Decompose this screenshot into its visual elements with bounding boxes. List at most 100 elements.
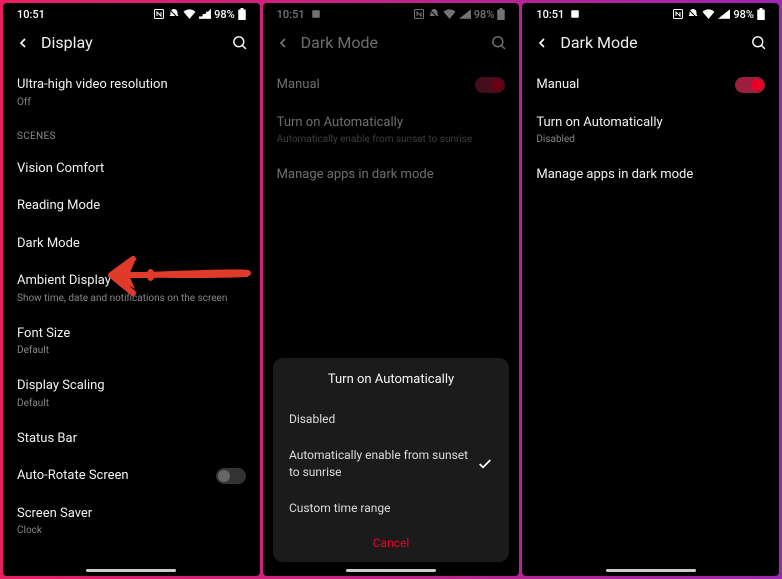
setting-turn-on-auto[interactable]: Turn on Automatically Automatically enab…	[277, 104, 506, 157]
setting-label: Auto-Rotate Screen	[17, 467, 129, 485]
three-screenshot-container: 10:51 98% Display Ultra-high video resol…	[0, 0, 782, 579]
setting-display-scaling[interactable]: Display Scaling Default	[17, 367, 246, 420]
setting-manual[interactable]: Manual	[536, 66, 765, 104]
page-header: Dark Mode	[263, 23, 520, 66]
status-bar: 10:51 98%	[263, 3, 520, 23]
status-bar: 10:51 98%	[522, 3, 779, 23]
chevron-left-icon	[15, 35, 31, 51]
home-indicator[interactable]	[86, 569, 176, 572]
setting-ambient-display[interactable]: Ambient Display Show time, date and noti…	[17, 262, 246, 315]
setting-manage-apps[interactable]: Manage apps in dark mode	[536, 156, 765, 194]
setting-label: Turn on Automatically	[277, 114, 506, 132]
wifi-icon	[183, 9, 196, 19]
wifi-icon	[443, 9, 456, 19]
setting-label: Manual	[277, 76, 320, 94]
settings-list: Manual Turn on Automatically Disabled Ma…	[522, 66, 779, 576]
setting-ultra-high-video[interactable]: Ultra-high video resolution Off	[17, 66, 246, 119]
battery-percent: 98%	[214, 8, 235, 21]
screenshot-notification-icon	[570, 9, 580, 19]
setting-label: Dark Mode	[17, 235, 246, 253]
setting-label: Font Size	[17, 325, 246, 343]
setting-manage-apps[interactable]: Manage apps in dark mode	[277, 156, 506, 194]
setting-label: Vision Comfort	[17, 160, 246, 178]
signal-icon	[199, 9, 211, 19]
dialog-option-custom[interactable]: Custom time range	[289, 490, 493, 526]
setting-label: Screen Saver	[17, 505, 246, 523]
dialog-option-sunset[interactable]: Automatically enable from sunset to sunr…	[289, 437, 493, 489]
page-title: Dark Mode	[560, 33, 750, 52]
search-icon	[490, 34, 507, 51]
setting-label: Display Scaling	[17, 377, 246, 395]
dnd-icon	[428, 8, 440, 20]
setting-status-bar[interactable]: Status Bar	[17, 420, 246, 458]
setting-font-size[interactable]: Font Size Default	[17, 315, 246, 368]
back-button[interactable]	[534, 35, 550, 51]
setting-sub: Default	[17, 344, 246, 357]
status-time: 10:51	[536, 8, 564, 21]
toggle-switch[interactable]	[475, 77, 505, 93]
screenshot-notification-icon	[311, 9, 321, 19]
search-icon	[750, 34, 767, 51]
toggle-switch[interactable]	[735, 77, 765, 93]
setting-dark-mode[interactable]: Dark Mode	[17, 225, 246, 263]
toggle-knob	[491, 79, 503, 91]
status-time: 10:51	[277, 8, 305, 21]
nfc-icon	[153, 8, 165, 20]
setting-manual[interactable]: Manual	[277, 66, 506, 104]
setting-label: Manual	[536, 76, 579, 94]
dialog-title: Turn on Automatically	[289, 372, 493, 387]
status-icons: 98%	[153, 8, 246, 21]
search-icon	[231, 34, 248, 51]
setting-screen-saver[interactable]: Screen Saver Clock	[17, 495, 246, 548]
setting-turn-on-auto[interactable]: Turn on Automatically Disabled	[536, 104, 765, 157]
setting-label: Turn on Automatically	[536, 114, 765, 132]
battery-percent: 98%	[733, 8, 754, 21]
chevron-left-icon	[275, 35, 291, 51]
battery-icon	[757, 8, 765, 20]
back-button[interactable]	[15, 35, 31, 51]
page-header: Display	[3, 23, 260, 66]
chevron-left-icon	[534, 35, 550, 51]
home-indicator[interactable]	[606, 569, 696, 572]
status-icons: 98%	[672, 8, 765, 21]
setting-auto-rotate[interactable]: Auto-Rotate Screen	[17, 457, 246, 495]
dialog-cancel-button[interactable]: Cancel	[289, 526, 493, 554]
section-header-scenes: SCENES	[17, 119, 246, 150]
dnd-icon	[687, 8, 699, 20]
setting-sub: Disabled	[536, 133, 765, 146]
phone-screen-1: 10:51 98% Display Ultra-high video resol…	[3, 3, 260, 576]
signal-icon	[459, 9, 471, 19]
option-label: Custom time range	[289, 500, 391, 516]
page-title: Dark Mode	[301, 33, 491, 52]
search-button[interactable]	[231, 34, 248, 51]
setting-label: Status Bar	[17, 430, 246, 448]
search-button[interactable]	[750, 34, 767, 51]
home-indicator[interactable]	[346, 569, 436, 572]
toggle-switch[interactable]	[216, 468, 246, 484]
check-icon	[477, 456, 493, 472]
status-icons: 98%	[413, 8, 506, 21]
toggle-knob	[218, 470, 230, 482]
setting-sub: Off	[17, 96, 246, 109]
settings-list: Ultra-high video resolution Off SCENES V…	[3, 66, 260, 576]
phone-screen-3: 10:51 98% Dark Mode Manual	[522, 3, 779, 576]
nfc-icon	[413, 8, 425, 20]
search-button[interactable]	[490, 34, 507, 51]
page-title: Display	[41, 33, 231, 52]
setting-sub: Default	[17, 397, 246, 410]
setting-reading-mode[interactable]: Reading Mode	[17, 187, 246, 225]
back-button[interactable]	[275, 35, 291, 51]
setting-label: Reading Mode	[17, 197, 246, 215]
setting-vision-comfort[interactable]: Vision Comfort	[17, 150, 246, 188]
battery-icon	[238, 8, 246, 20]
wifi-icon	[702, 9, 715, 19]
status-time: 10:51	[17, 8, 45, 21]
page-header: Dark Mode	[522, 23, 779, 66]
nfc-icon	[672, 8, 684, 20]
setting-label: Manage apps in dark mode	[277, 166, 506, 184]
dialog-option-disabled[interactable]: Disabled	[289, 401, 493, 437]
battery-icon	[497, 8, 505, 20]
setting-label: Ambient Display	[17, 272, 246, 290]
status-bar: 10:51 98%	[3, 3, 260, 23]
battery-percent: 98%	[474, 8, 495, 21]
